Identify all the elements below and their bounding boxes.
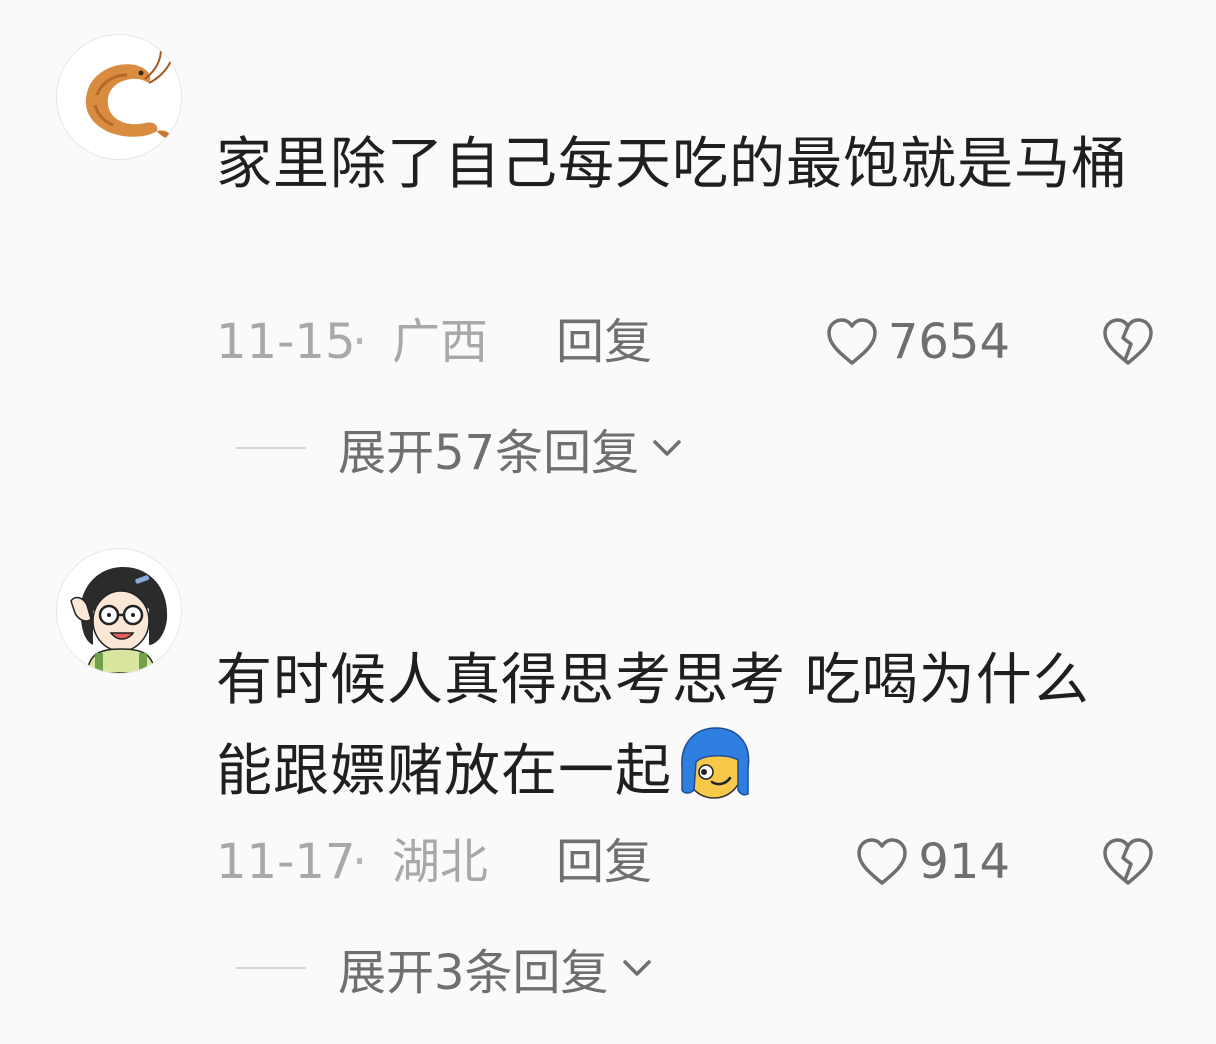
meta-separator: · [352,834,368,890]
expand-replies-label: 展开3条回复 [338,945,609,1001]
comment-location: 湖北 [392,834,489,890]
comment-meta: 11-17 · 湖北 回复 914 [216,832,1156,892]
reply-button[interactable]: 回复 [556,312,652,372]
broken-heart-icon [1103,318,1153,365]
chevron-down-icon [653,440,681,456]
like-count: 914 [918,834,1010,890]
user-avatar[interactable] [56,34,182,160]
girl-with-glasses-avatar [57,549,181,673]
like-button[interactable]: 914 [854,832,1010,892]
divider-line [236,447,306,449]
like-button[interactable]: 7654 [824,312,1010,372]
like-count: 7654 [887,314,1010,370]
blue-hair-smirk-emoji [674,724,754,804]
divider-line [236,967,306,969]
chevron-down-icon [622,960,651,976]
expand-replies-button[interactable]: 展开57条回复 [236,418,685,481]
comment-date: 11-17 [216,834,356,890]
comment-meta: 11-15 · 广西 回复 7654 [216,312,1156,372]
dislike-button[interactable] [1100,836,1156,902]
reply-button[interactable]: 回复 [556,832,652,892]
heart-outline-icon [857,838,908,885]
comment-text: 家里除了自己每天吃的最饱就是马桶 [216,132,1128,197]
shrimp-avatar [57,35,181,159]
dislike-button[interactable] [1100,316,1156,382]
emoji-icon [681,727,750,799]
user-avatar[interactable] [56,548,182,674]
expand-replies-label: 展开57条回复 [338,425,640,481]
broken-heart-icon [1103,838,1153,885]
comment-text: 有时候人真得思考思考 吃喝为什么能跟嫖赌放在一起 [216,638,1146,815]
comment-text-content: 有时候人真得思考思考 吃喝为什么能跟嫖赌放在一起 [216,648,1090,804]
expand-replies-button[interactable]: 展开3条回复 [236,938,655,1001]
comment-date: 11-15 [216,314,356,370]
meta-separator: · [352,314,368,370]
heart-outline-icon [827,318,877,365]
comment-location: 广西 [392,314,489,370]
